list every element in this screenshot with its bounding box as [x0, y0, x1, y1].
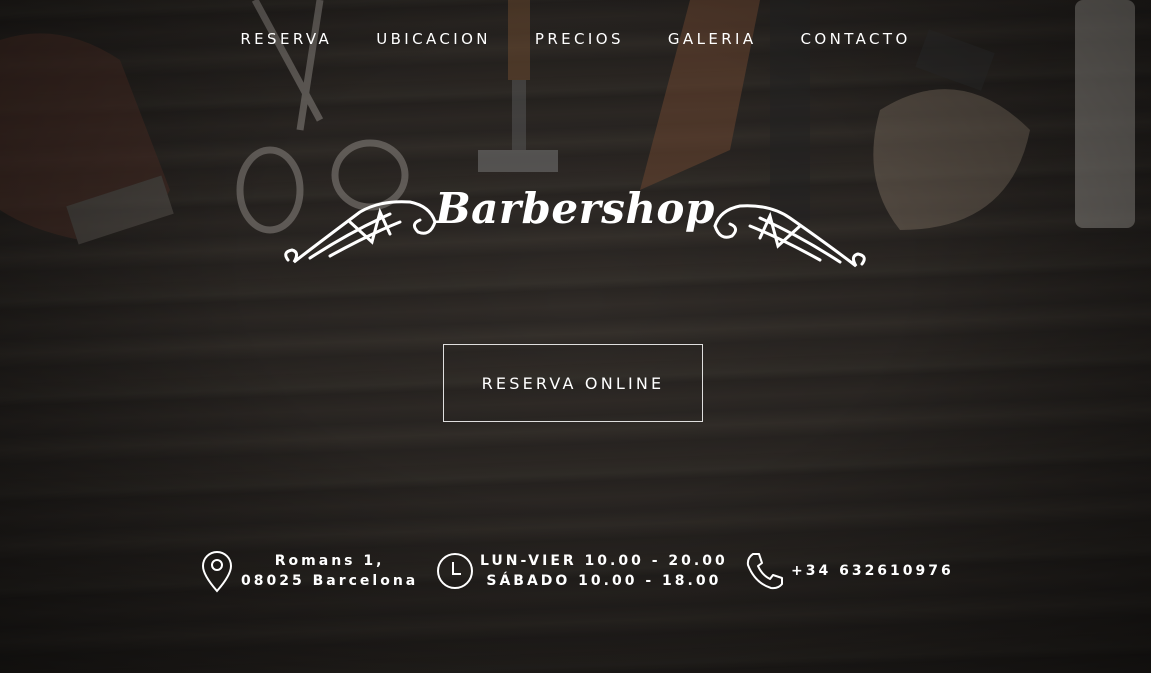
address-block: Romans 1, 08025 Barcelona — [199, 548, 418, 594]
nav-item-reserva[interactable]: RESERVA — [240, 30, 332, 48]
address-line-2: 08025 Barcelona — [241, 573, 419, 589]
razor-decoration — [478, 0, 558, 172]
phone-icon — [745, 551, 785, 591]
reserva-online-button[interactable]: RESERVA ONLINE — [443, 344, 703, 422]
clipper-decoration — [0, 33, 174, 245]
address-text: Romans 1, 08025 Barcelona — [241, 551, 418, 591]
clock-icon — [436, 552, 474, 590]
hours-block: LUN-VIER 10.00 - 20.00 SÁBADO 10.00 - 18… — [436, 548, 728, 594]
main-nav: RESERVA UBICACION PRECIOS GALERIA CONTAC… — [0, 30, 1151, 48]
address-line-1: Romans 1, — [274, 553, 385, 569]
hours-line-1: LUN-VIER 10.00 - 20.00 — [480, 553, 728, 569]
hours-line-2: SÁBADO 10.00 - 18.00 — [486, 573, 722, 589]
nav-item-contacto[interactable]: CONTACTO — [801, 30, 911, 48]
hours-text: LUN-VIER 10.00 - 20.00 SÁBADO 10.00 - 18… — [480, 551, 728, 591]
phone-text[interactable]: +34 632610976 — [791, 561, 954, 581]
phone-block: +34 632610976 — [745, 548, 954, 594]
nav-item-ubicacion[interactable]: UBICACION — [376, 30, 491, 48]
barbershop-logo: Barbershop — [280, 182, 870, 278]
contact-info-bar: Romans 1, 08025 Barcelona LUN-VIER 10.00… — [0, 548, 1151, 596]
nav-item-precios[interactable]: PRECIOS — [535, 30, 624, 48]
nav-item-galeria[interactable]: GALERIA — [668, 30, 757, 48]
logo-text: Barbershop — [435, 184, 715, 233]
map-pin-icon — [199, 549, 235, 593]
shaving-brush-decoration — [873, 29, 1030, 230]
hero-section: RESERVA UBICACION PRECIOS GALERIA CONTAC… — [0, 0, 1151, 673]
